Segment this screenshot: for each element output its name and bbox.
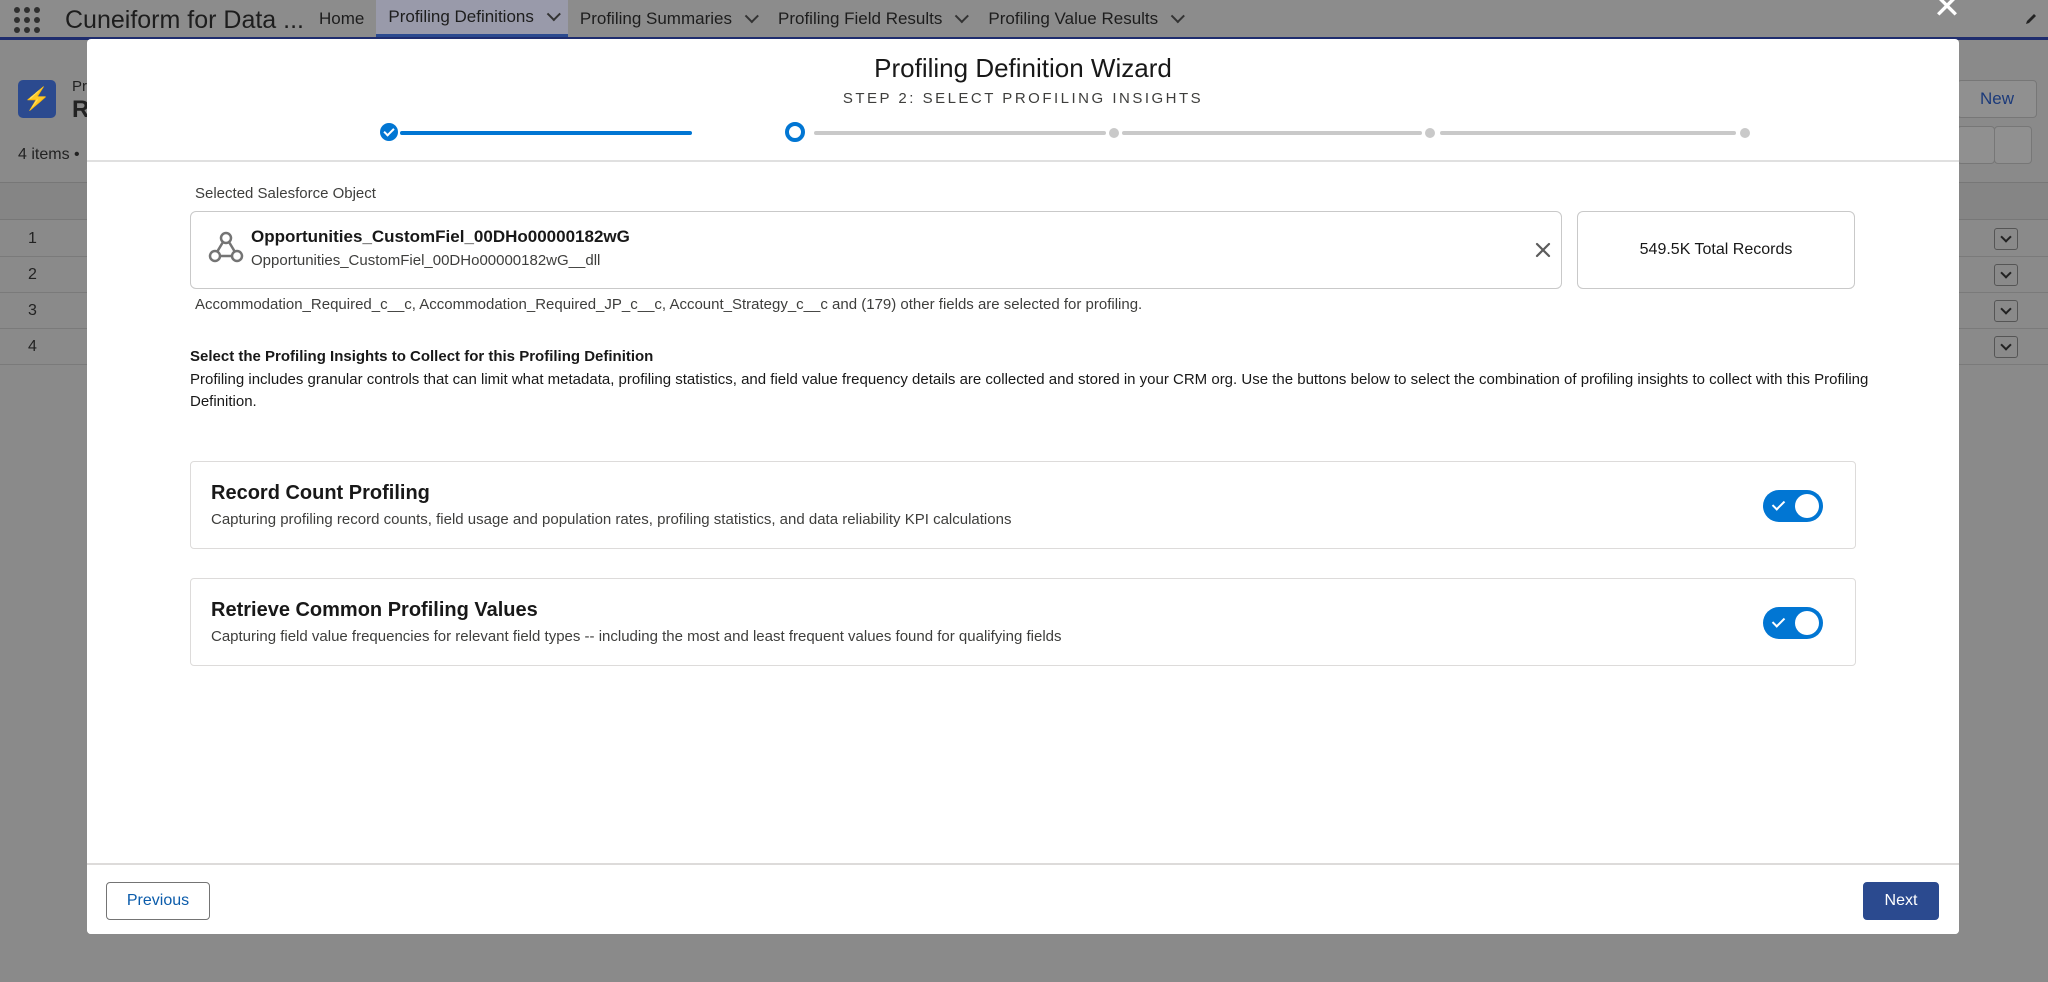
nav-label: Profiling Summaries xyxy=(579,8,732,28)
row-number: 2 xyxy=(28,266,37,283)
object-lightning-icon: ⚡ xyxy=(18,80,56,118)
nav-label: Home xyxy=(319,8,365,28)
record-count-profiling-toggle[interactable] xyxy=(1763,490,1823,522)
row-number: 4 xyxy=(28,338,37,355)
total-records-value: 549.5K Total Records xyxy=(1639,241,1793,258)
modal-footer: Previous Next xyxy=(87,863,1959,934)
card-description: Capturing profiling record counts, field… xyxy=(211,511,1012,528)
new-button[interactable]: New xyxy=(1957,80,2037,118)
chevron-down-icon[interactable] xyxy=(744,8,759,23)
modal-step-subtitle: STEP 2: SELECT PROFILING INSIGHTS xyxy=(842,90,1204,107)
pencil-icon[interactable] xyxy=(2024,12,2038,26)
app-launcher-icon[interactable] xyxy=(14,7,40,33)
selected-object-pill[interactable]: Opportunities_CustomFiel_00DHo00000182wG… xyxy=(190,211,1562,289)
toggle-knob xyxy=(1795,494,1819,518)
object-name: Opportunities_CustomFiel_00DHo00000182wG xyxy=(251,227,630,246)
card-title: Record Count Profiling xyxy=(211,482,430,504)
insights-heading: Select the Profiling Insights to Collect… xyxy=(190,348,654,365)
check-icon xyxy=(1771,497,1786,511)
chevron-down-icon[interactable] xyxy=(546,7,561,22)
selected-object-label: Selected Salesforce Object xyxy=(195,185,376,202)
row-number: 3 xyxy=(28,302,37,319)
modal-title: Profiling Definition Wizard xyxy=(874,53,1172,83)
progress-track xyxy=(814,131,1106,135)
next-button[interactable]: Next xyxy=(1863,882,1939,920)
object-network-icon xyxy=(208,231,244,263)
nav-label: Profiling Field Results xyxy=(777,8,943,28)
progress-track xyxy=(1122,131,1422,135)
record-count-profiling-card: Record Count Profiling Capturing profili… xyxy=(190,461,1856,549)
step-3-indicator[interactable] xyxy=(1109,128,1119,138)
card-description: Capturing field value frequencies for re… xyxy=(211,628,1062,645)
refresh-button[interactable] xyxy=(1957,126,1995,164)
app-name: Cuneiform for Data ... xyxy=(65,6,304,34)
previous-button[interactable]: Previous xyxy=(106,882,210,920)
progress-track-complete xyxy=(400,131,692,135)
nav-home[interactable]: Home xyxy=(307,0,376,37)
step-4-indicator[interactable] xyxy=(1425,128,1435,138)
selected-fields-note: Accommodation_Required_c__c, Accommodati… xyxy=(195,296,1143,313)
row-action-chevron-icon[interactable] xyxy=(1994,300,2018,322)
nav-profiling-value-results[interactable]: Profiling Value Results xyxy=(976,0,1192,37)
row-action-chevron-icon[interactable] xyxy=(1994,264,2018,286)
common-profiling-values-toggle[interactable] xyxy=(1763,607,1823,639)
object-api-name: Opportunities_CustomFiel_00DHo00000182wG… xyxy=(251,252,601,269)
step-1-complete-icon[interactable] xyxy=(380,123,398,141)
nav-label: Profiling Value Results xyxy=(988,8,1159,28)
toggle-knob xyxy=(1795,611,1819,635)
bg-object-label: Pr xyxy=(72,78,87,95)
wizard-modal: Profiling Definition Wizard STEP 2: SELE… xyxy=(87,39,1959,934)
step-5-indicator[interactable] xyxy=(1740,128,1750,138)
nav-profiling-summaries[interactable]: Profiling Summaries xyxy=(568,0,766,37)
row-action-chevron-icon[interactable] xyxy=(1994,228,2018,250)
nav-profiling-definitions[interactable]: Profiling Definitions xyxy=(376,0,568,37)
step-2-current-indicator[interactable] xyxy=(785,122,805,142)
total-records-box: 549.5K Total Records xyxy=(1577,211,1855,289)
chevron-down-icon[interactable] xyxy=(955,8,970,23)
nav-profiling-field-results[interactable]: Profiling Field Results xyxy=(766,0,976,37)
bg-items-count: 4 items • xyxy=(18,146,80,163)
nav-bar: Home Profiling Definitions Profiling Sum… xyxy=(307,0,1192,37)
insights-description: Profiling includes granular controls tha… xyxy=(190,371,1869,410)
row-action-chevron-icon[interactable] xyxy=(1994,336,2018,358)
row-number: 1 xyxy=(28,230,37,247)
clear-selection-icon[interactable] xyxy=(1531,238,1555,262)
common-profiling-values-card: Retrieve Common Profiling Values Capturi… xyxy=(190,578,1856,666)
modal-header: Profiling Definition Wizard STEP 2: SELE… xyxy=(87,39,1959,162)
nav-label: Profiling Definitions xyxy=(388,7,534,26)
progress-track xyxy=(1440,131,1736,135)
card-title: Retrieve Common Profiling Values xyxy=(211,599,538,621)
modal-close-icon[interactable]: ✕ xyxy=(1932,0,1962,24)
filter-icon[interactable] xyxy=(1994,126,2032,164)
progress-indicator xyxy=(380,121,1750,145)
chevron-down-icon[interactable] xyxy=(1170,8,1186,23)
check-icon xyxy=(1771,614,1786,628)
app-header: Cuneiform for Data ... Home Profiling De… xyxy=(0,0,2048,40)
